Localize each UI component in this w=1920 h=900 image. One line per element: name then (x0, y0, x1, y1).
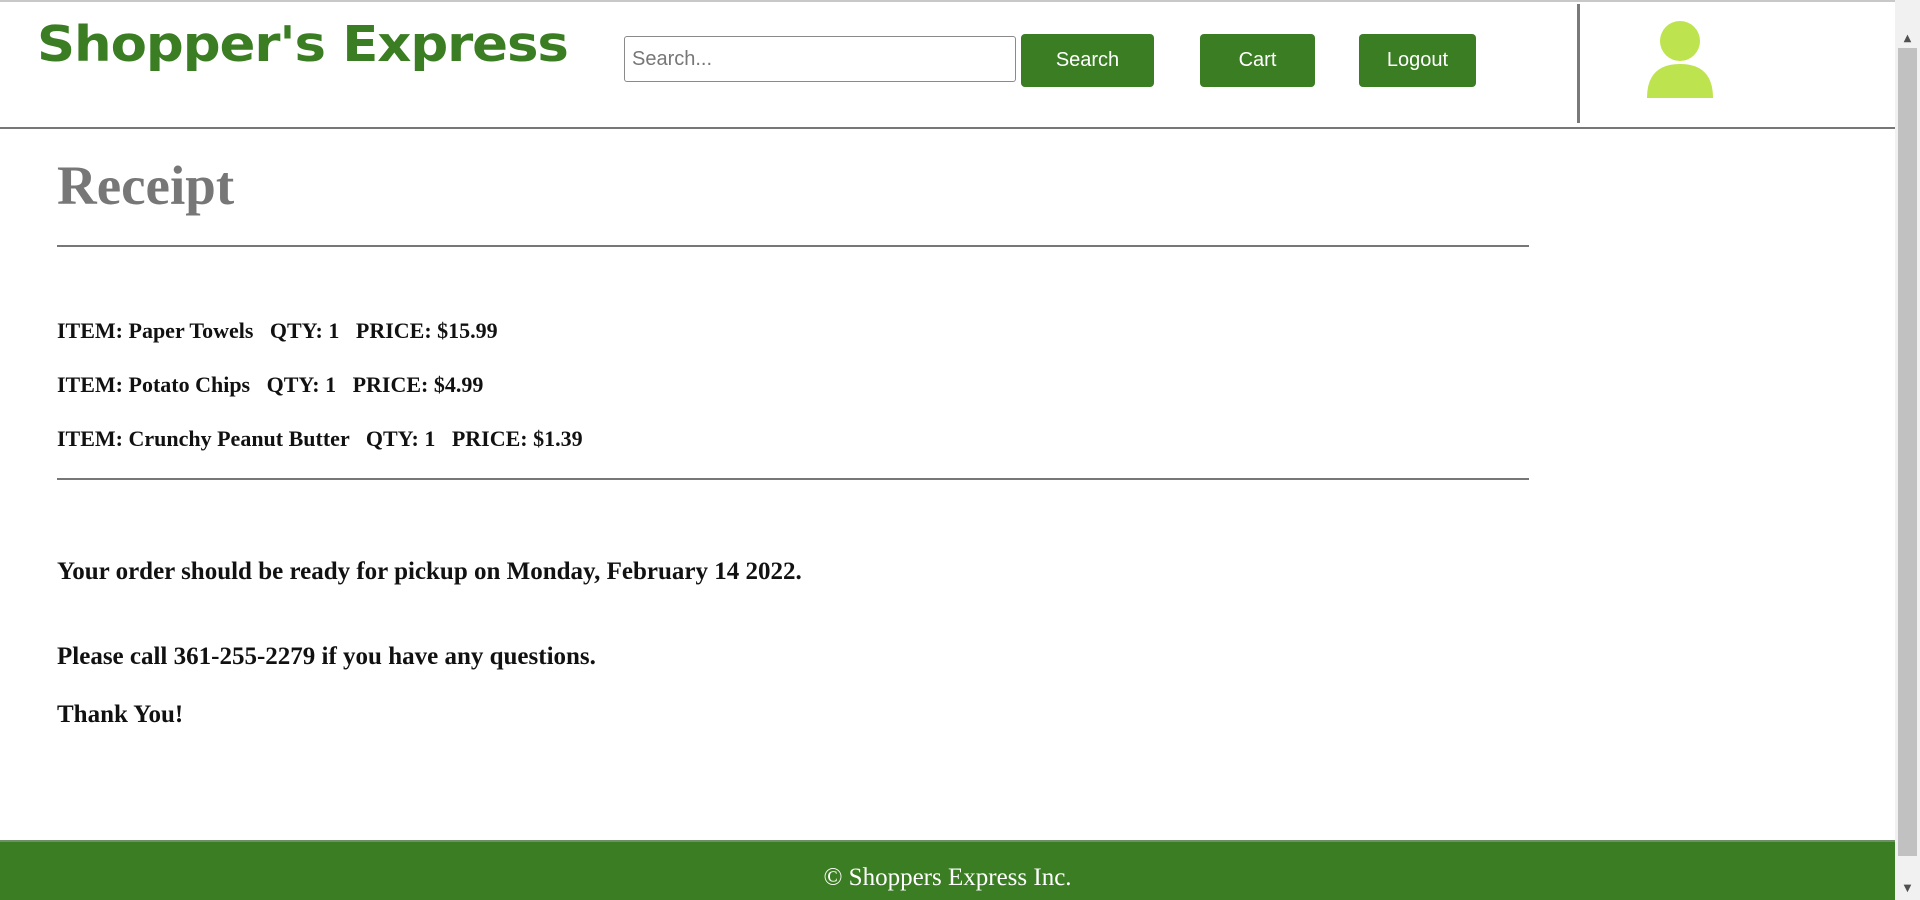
search-input[interactable] (624, 36, 1016, 82)
item-name: Potato Chips (128, 372, 251, 397)
footer-copyright: © Shoppers Express Inc. (823, 864, 1072, 891)
item-label: ITEM: (57, 426, 123, 451)
item-label: ITEM: (57, 318, 123, 343)
price-label: PRICE: (451, 426, 528, 451)
qty-label: QTY: (266, 372, 320, 397)
site-logo[interactable]: Shopper's Express (37, 16, 569, 73)
page: Shopper's Express Search Cart Logout Rec… (0, 0, 1895, 900)
page-title: Receipt (57, 155, 235, 216)
user-avatar-graphic (1647, 21, 1713, 98)
contact-message: Please call 361-255-2279 if you have any… (57, 643, 596, 670)
receipt-item: ITEM: Paper Towels QTY: 1 PRICE: $15.99 (57, 318, 498, 344)
pickup-message: Your order should be ready for pickup on… (57, 558, 802, 585)
item-name: Paper Towels (128, 318, 254, 343)
receipt-item: ITEM: Crunchy Peanut Butter QTY: 1 PRICE… (57, 426, 583, 452)
receipt-item: ITEM: Potato Chips QTY: 1 PRICE: $4.99 (57, 372, 483, 398)
user-avatar-icon[interactable] (1645, 20, 1715, 98)
header-divider (1577, 4, 1580, 123)
scroll-up-icon[interactable]: ▲ (1895, 28, 1920, 48)
price-label: PRICE: (352, 372, 429, 397)
item-qty: 1 (325, 372, 337, 397)
thank-you-message: Thank You! (57, 701, 184, 728)
vertical-scrollbar[interactable]: ▲ ▼ (1895, 0, 1920, 900)
logout-button[interactable]: Logout (1359, 34, 1476, 87)
item-label: ITEM: (57, 372, 123, 397)
site-header: Shopper's Express Search Cart Logout (0, 2, 1895, 129)
item-price: $1.39 (533, 426, 583, 451)
search-button[interactable]: Search (1021, 34, 1154, 87)
item-price: $4.99 (433, 372, 484, 397)
site-footer: © Shoppers Express Inc. (0, 840, 1895, 900)
cart-button[interactable]: Cart (1200, 34, 1315, 87)
qty-label: QTY: (269, 318, 323, 343)
divider-top (57, 245, 1529, 247)
item-qty: 1 (328, 318, 340, 343)
scroll-down-icon[interactable]: ▼ (1895, 878, 1920, 898)
scrollbar-thumb[interactable] (1898, 48, 1917, 856)
item-qty: 1 (424, 426, 436, 451)
item-name: Crunchy Peanut Butter (128, 426, 350, 451)
item-price: $15.99 (437, 318, 498, 343)
divider-bottom (57, 478, 1529, 480)
qty-label: QTY: (365, 426, 419, 451)
price-label: PRICE: (355, 318, 432, 343)
